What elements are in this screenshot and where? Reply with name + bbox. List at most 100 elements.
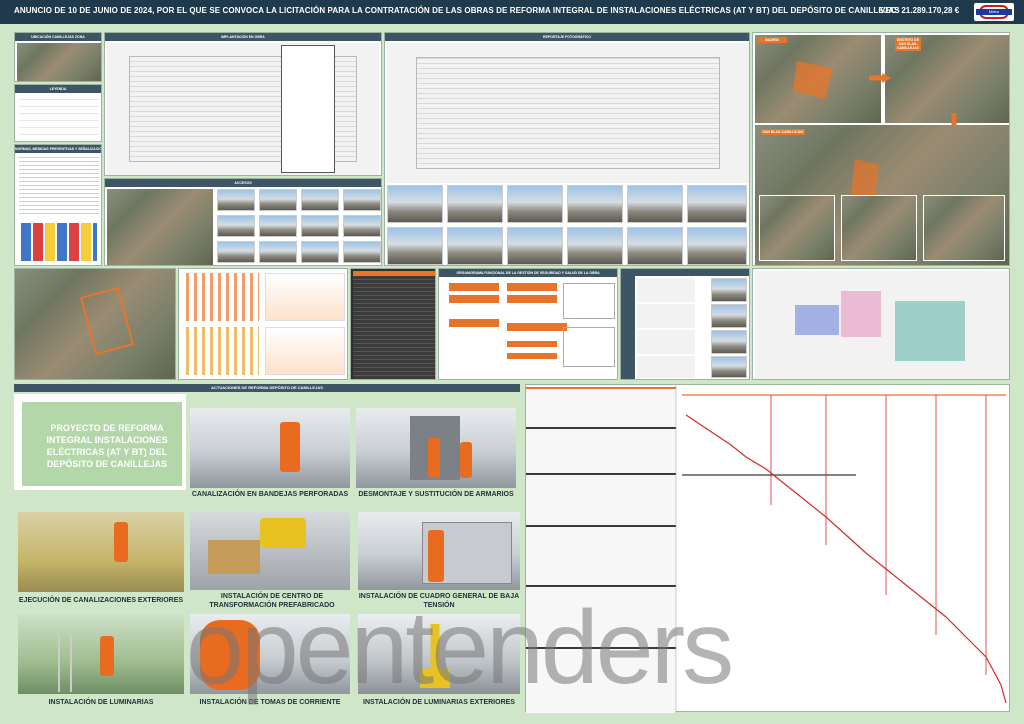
transformer-box (208, 540, 260, 574)
reportaje-photo-4 (567, 185, 623, 223)
normas-panel: NORMAS, MEDIDAS PREVENTIVAS Y SEÑALIZACI… (14, 144, 102, 266)
reportaje-plan (387, 43, 749, 183)
accesos-photo-4 (343, 189, 381, 211)
charts-panel (178, 268, 348, 380)
bar-chart-2 (181, 327, 259, 375)
inset-map-3 (923, 195, 1005, 261)
scene-centro-transformacion (190, 512, 350, 590)
org-box-5 (449, 319, 499, 327)
afeccion-plan-3 (637, 330, 695, 354)
ladder (58, 634, 72, 692)
implantacion-detail (281, 45, 335, 173)
distrito-label: DISTRITO DE SAN BLAS-CANILLEJAS (895, 37, 921, 51)
ubicacion-afeccion-panel (620, 268, 750, 380)
accesos-photo-12 (343, 241, 381, 263)
zone-map-panel (14, 268, 176, 380)
bar-chart-1 (181, 273, 259, 321)
site-plan-zone-blue (795, 305, 839, 335)
accesos-title: ACCESOS (105, 179, 381, 187)
accesos-panel: ACCESOS (104, 178, 382, 266)
scene-bandejas (190, 408, 350, 488)
site-plan-zone-teal (895, 301, 965, 361)
accesos-photo-1 (217, 189, 255, 211)
location-maps-panel: MADRID DISTRITO DE SAN BLAS-CANILLEJAS S… (752, 32, 1010, 266)
safety-signs (21, 223, 97, 261)
org-box-2 (507, 283, 557, 291)
line-chart-2 (265, 327, 345, 375)
gantt-row-dark (526, 427, 676, 429)
ubicacion-panel: UBICACIÓN CANILLEJAS ZONA (14, 32, 102, 82)
normas-text (19, 157, 99, 217)
worker-figure-2 (428, 438, 440, 478)
accesos-photo-9 (217, 241, 255, 263)
reportaje-photo-7 (387, 227, 443, 265)
reportaje-photo-9 (507, 227, 563, 265)
afeccion-plan-1 (637, 278, 695, 302)
gantt-row-dark (526, 473, 676, 475)
vec-amount: VEC: 21.289.170,28 € (880, 6, 960, 15)
afeccion-photo-2 (711, 304, 747, 328)
line-chart-1 (265, 273, 345, 321)
reportaje-photo-5 (627, 185, 683, 223)
reportaje-photo-10 (567, 227, 623, 265)
scene-cuadro-general (358, 512, 520, 590)
announcement-title: ANUNCIO DE 10 DE JUNIO DE 2024, POR EL Q… (14, 6, 900, 15)
org-box-3 (449, 295, 499, 303)
organigrama-title: ORGANIGRAMA FUNCIONAL DE LA GESTIÓN DE S… (439, 269, 617, 277)
reportaje-photo-6 (687, 185, 747, 223)
caption-canalizaciones-ext: EJECUCIÓN DE CANALIZACIONES EXTERIORES (18, 597, 184, 604)
reportaje-photo-1 (387, 185, 443, 223)
org-box-1 (449, 283, 499, 291)
reportaje-photo-11 (627, 227, 683, 265)
excavator (260, 518, 306, 548)
header-bar: ANUNCIO DE 10 DE JUNIO DE 2024, POR EL Q… (0, 0, 1024, 24)
worker-figure (280, 422, 300, 472)
afeccion-photo-3 (711, 330, 747, 354)
data-table-panel (350, 268, 436, 380)
caption-luminarias: INSTALACIÓN DE LUMINARIAS (48, 699, 154, 706)
organigrama-panel: ORGANIGRAMA FUNCIONAL DE LA GESTIÓN DE S… (438, 268, 618, 380)
accesos-photo-3 (301, 189, 339, 211)
accesos-photo-8 (343, 215, 381, 237)
ubicacion-afeccion-header (621, 269, 749, 276)
caption-armarios: DESMONTAJE Y SUSTITUCIÓN DE ARMARIOS (358, 491, 514, 498)
afeccion-plan-4 (637, 356, 695, 378)
afeccion-plan-2 (637, 304, 695, 328)
reportaje-plan-lines (415, 57, 721, 169)
org-box-6 (507, 323, 567, 331)
san-blas-label: SAN BLAS-CANILLEJAS (761, 129, 805, 135)
site-plan-panel (752, 268, 1010, 380)
data-table-header (353, 271, 435, 276)
accesos-photo-7 (301, 215, 339, 237)
ubicacion-map (17, 43, 101, 81)
reportaje-photo-8 (447, 227, 503, 265)
site-plan-zone-pink (841, 291, 881, 337)
worker-figure-3 (460, 442, 472, 478)
leyenda-panel: LEYENDA (14, 84, 102, 142)
worker-figure-5 (428, 530, 444, 582)
afeccion-photo-4 (711, 356, 747, 378)
reportaje-photo-2 (447, 185, 503, 223)
accesos-photo-6 (259, 215, 297, 237)
logo-bar: Metro (976, 9, 1012, 15)
reportaje-title: REPORTAJE FOTOGRÁFICO (385, 33, 749, 41)
gantt-row-orange (526, 387, 676, 389)
reportaje-photo-3 (507, 185, 563, 223)
metro-logo: Metro (974, 3, 1014, 21)
scene-luminarias (18, 614, 184, 694)
ubicacion-title: UBICACIÓN CANILLEJAS ZONA (15, 33, 101, 41)
leyenda-items (19, 97, 99, 141)
implantacion-title: IMPLANTACIÓN EN OBRA (105, 33, 381, 41)
caption-bandejas: CANALIZACIÓN EN BANDEJAS PERFORADAS (191, 491, 349, 498)
project-title: PROYECTO DE REFORMA INTEGRAL INSTALACION… (46, 423, 168, 469)
accesos-photo-10 (259, 241, 297, 263)
gantt-critical-path (685, 414, 1007, 704)
org-box-8 (507, 353, 557, 359)
site-plan (755, 271, 1009, 379)
inset-map-2 (841, 195, 917, 261)
org-box-7 (507, 341, 557, 347)
accesos-photo-11 (301, 241, 339, 263)
accesos-photo-5 (217, 215, 255, 237)
org-side-note-2 (563, 327, 615, 367)
madrid-label: MADRID (757, 37, 787, 43)
